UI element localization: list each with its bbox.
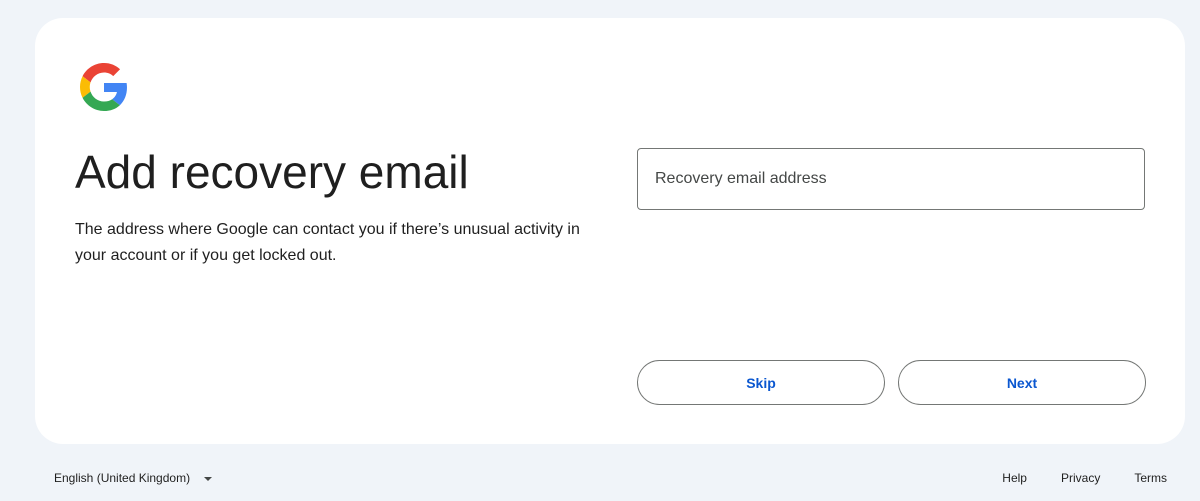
page: Add recovery email The address where Goo… — [0, 0, 1200, 501]
recovery-email-input[interactable] — [638, 149, 1144, 209]
skip-button[interactable]: Skip — [637, 360, 885, 405]
privacy-link[interactable]: Privacy — [1061, 471, 1100, 485]
language-selector[interactable]: English (United Kingdom) — [54, 471, 213, 485]
next-button[interactable]: Next — [898, 360, 1146, 405]
page-title: Add recovery email — [75, 146, 469, 198]
footer: English (United Kingdom) Help Privacy Te… — [0, 462, 1200, 496]
caret-down-icon — [204, 476, 213, 481]
page-description: The address where Google can contact you… — [75, 221, 580, 264]
recovery-email-field[interactable] — [637, 148, 1145, 210]
sign-in-card: Add recovery email The address where Goo… — [35, 18, 1185, 444]
google-logo-icon — [80, 63, 127, 111]
language-label: English (United Kingdom) — [54, 471, 191, 485]
help-link[interactable]: Help — [1002, 471, 1027, 485]
terms-link[interactable]: Terms — [1134, 471, 1167, 485]
footer-links: Help Privacy Terms — [1002, 471, 1167, 485]
